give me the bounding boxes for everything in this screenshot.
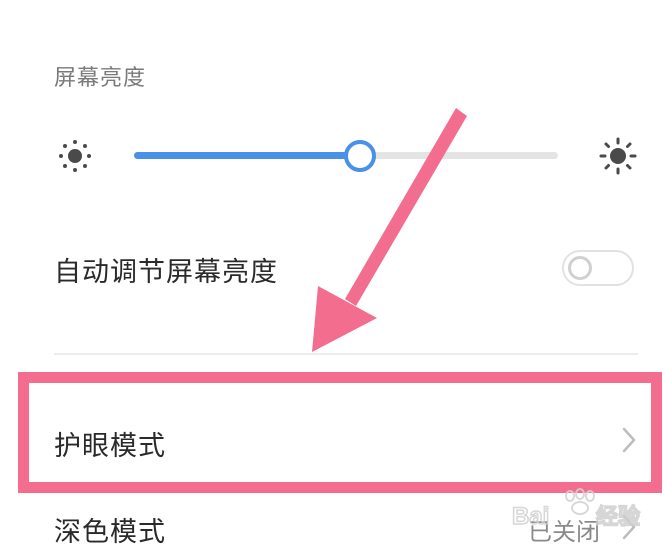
chevron-right-icon	[622, 427, 636, 453]
brightness-section-label: 屏幕亮度	[54, 66, 147, 91]
arrow-shaft	[345, 108, 467, 306]
dark-mode-label[interactable]: 深色模式	[54, 510, 166, 549]
arrow-head	[312, 286, 377, 352]
dark-mode-status: 已关闭	[528, 518, 600, 546]
slider-thumb[interactable]	[343, 140, 376, 172]
toggle-knob	[568, 256, 592, 280]
brightness-slider[interactable]	[134, 140, 558, 172]
slider-fill	[134, 152, 359, 159]
chevron-right-icon	[622, 514, 636, 540]
eye-comfort-label: 护眼模式	[54, 431, 166, 462]
divider	[54, 353, 638, 355]
sun-small-icon	[59, 140, 91, 172]
sun-large-icon	[599, 137, 637, 175]
auto-brightness-label: 自动调节屏幕亮度	[54, 257, 278, 288]
auto-brightness-toggle[interactable]	[562, 250, 634, 286]
